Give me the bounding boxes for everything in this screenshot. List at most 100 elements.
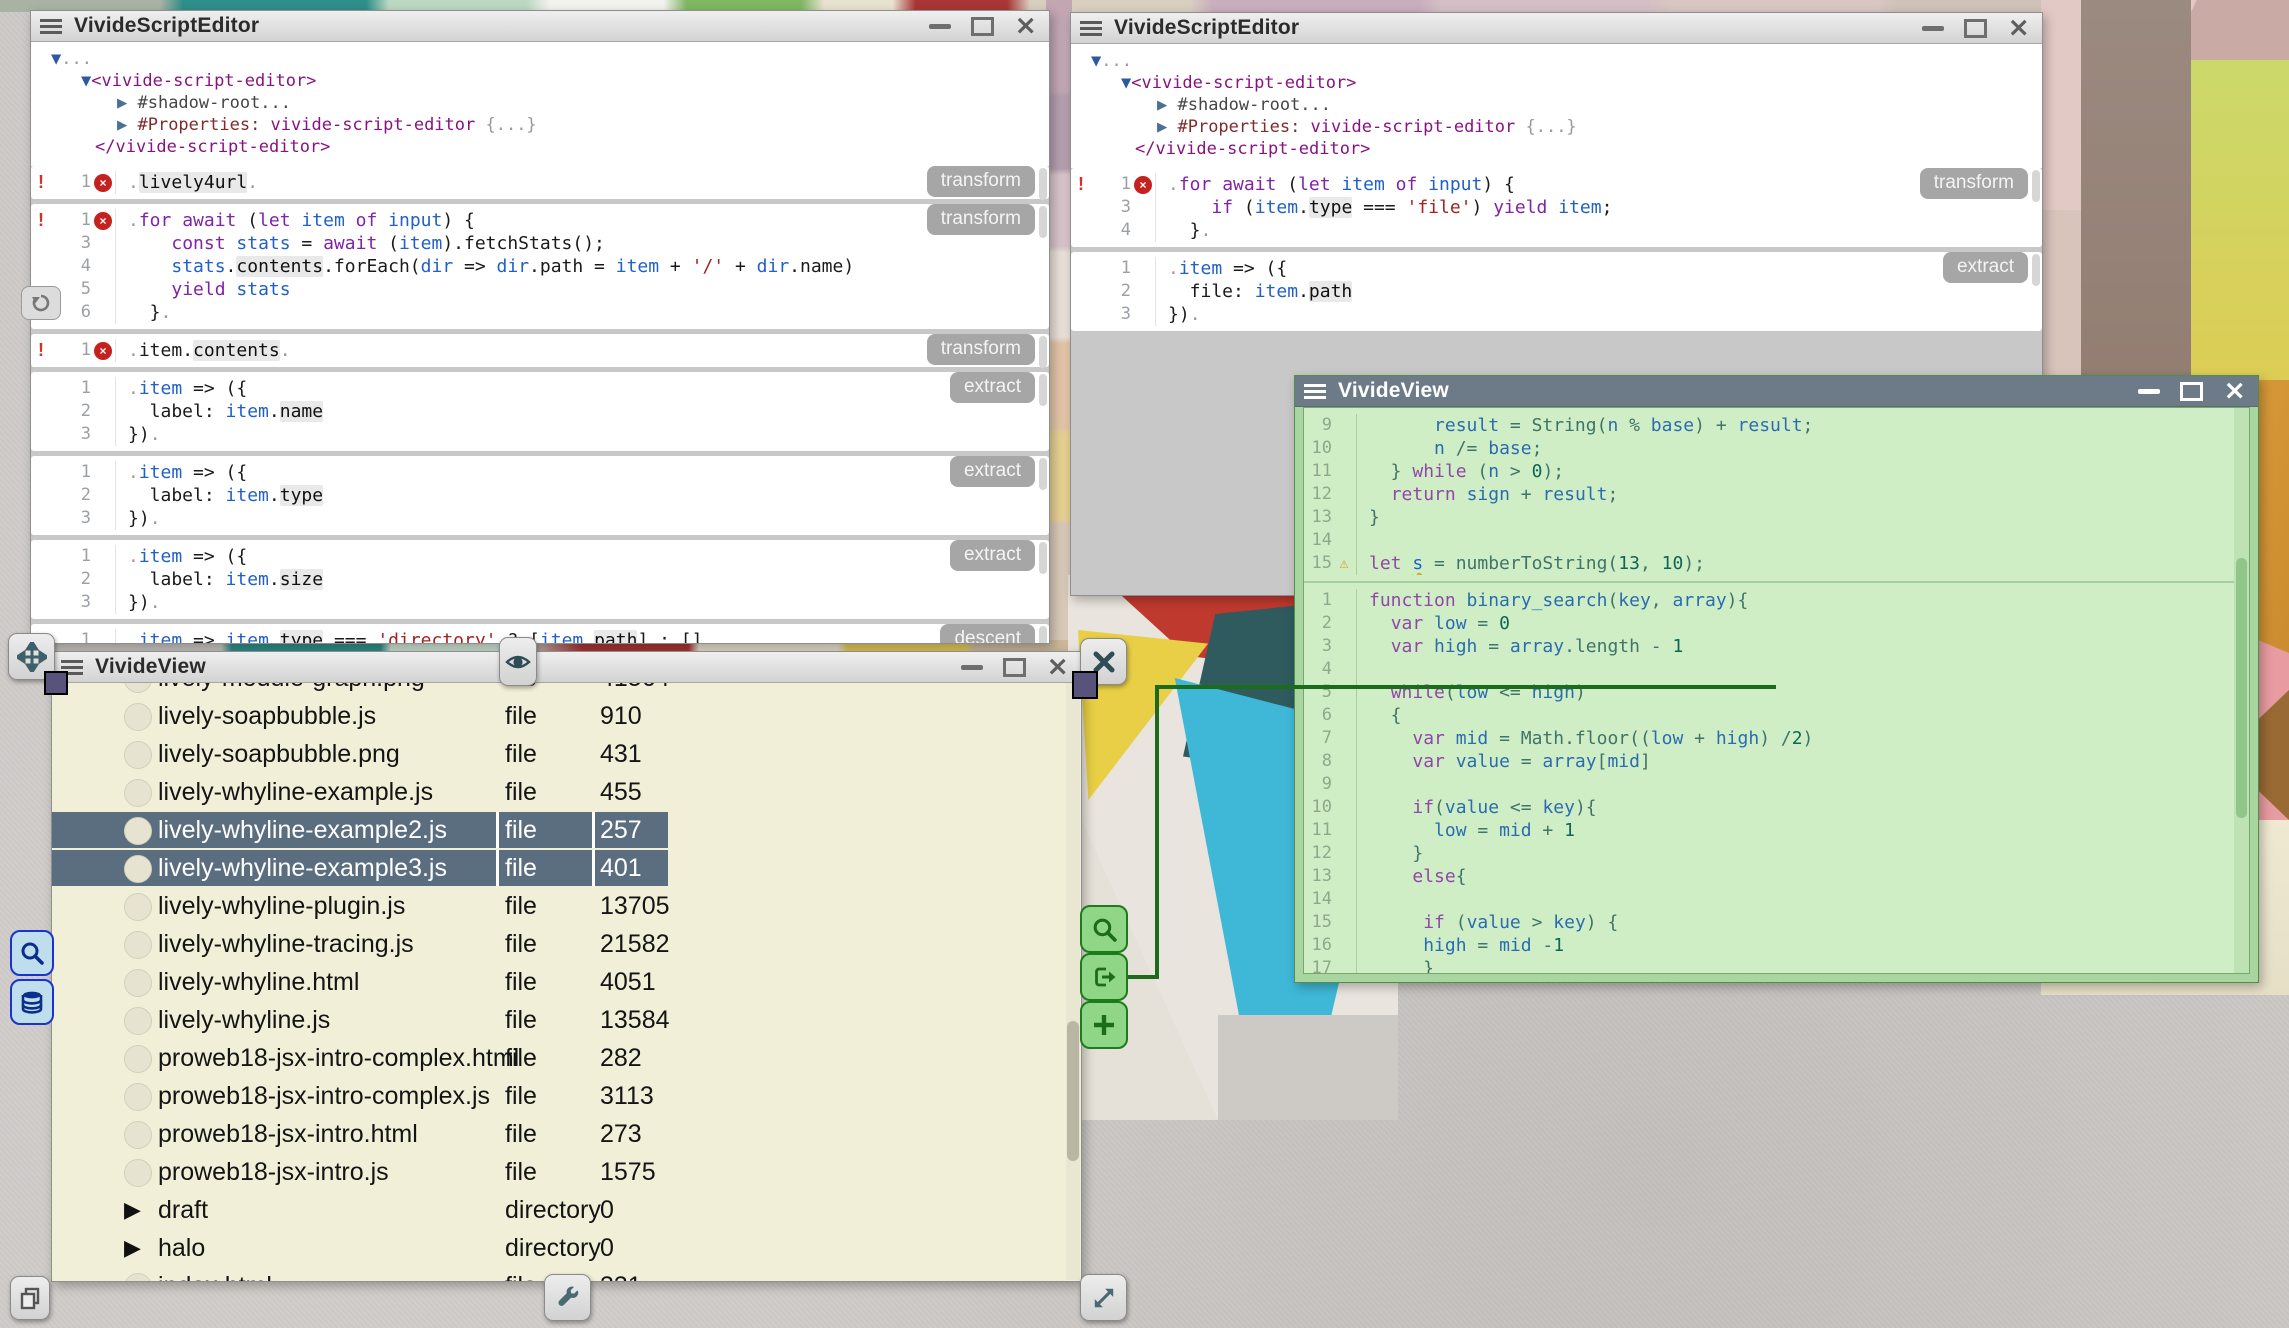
code-text[interactable] — [1356, 529, 2249, 552]
file-row[interactable]: proweb18-jsx-intro.htmlfile273 — [52, 1115, 1065, 1153]
export-view-button[interactable] — [1080, 953, 1128, 1001]
code-text[interactable]: let s = numberToString(13, 10); — [1356, 552, 2249, 575]
maximize-button[interactable] — [971, 17, 994, 36]
tree-node[interactable]: ▼... — [31, 48, 1049, 70]
titlebar[interactable]: VivideScriptEditor × — [1071, 13, 2042, 44]
code-line[interactable]: 6 { — [1304, 704, 2249, 727]
tree-node[interactable]: </vivide-script-editor> — [1071, 138, 2042, 160]
file-row[interactable]: lively-whyline-example.jsfile455 — [52, 773, 1065, 811]
code-line[interactable]: 13 else{ — [1304, 865, 2249, 888]
file-row[interactable]: lively-soapbubble.pngfile431 — [52, 735, 1065, 773]
step-type-badge[interactable]: descent — [940, 624, 1035, 643]
minimize-button[interactable] — [1922, 26, 1944, 31]
selection-handle-left[interactable] — [44, 671, 68, 695]
code-text[interactable]: var mid = Math.floor((low + high) /2) — [1356, 727, 2249, 750]
error-badge-icon[interactable]: × — [94, 174, 112, 192]
code-text[interactable]: label: item.name — [115, 400, 1049, 423]
code-line[interactable]: 7 var mid = Math.floor((low + high) /2) — [1304, 727, 2249, 750]
step-type-badge[interactable]: transform — [1920, 168, 2028, 199]
code-line[interactable]: 9 — [1304, 773, 2249, 796]
code-text[interactable]: } — [1356, 506, 2249, 529]
scrollbar-thumb[interactable] — [1067, 1021, 1079, 1161]
code-line[interactable]: 15 if (value > key) { — [1304, 911, 2249, 934]
code-line[interactable]: 9 result = String(n % base) + result; — [1304, 414, 2249, 437]
code-text[interactable]: yield stats — [115, 278, 1049, 301]
close-button[interactable]: × — [2223, 381, 2246, 401]
data-source-button[interactable] — [10, 979, 54, 1025]
code-line[interactable]: 15⚠let s = numberToString(13, 10); — [1304, 552, 2249, 575]
file-row[interactable]: lively-module-graph.pngfile41564 — [52, 683, 1065, 697]
selection-handle-right[interactable] — [1072, 671, 1098, 699]
tree-node[interactable]: </vivide-script-editor> — [31, 136, 1049, 158]
code-text[interactable]: .for await (let item of input) { — [115, 209, 1049, 232]
expand-caret-icon[interactable]: ▶ — [124, 1229, 141, 1267]
code-line[interactable]: 3 if (item.type === 'file') yield item; — [1071, 196, 2042, 219]
menu-icon[interactable] — [1304, 384, 1326, 399]
warning-icon[interactable]: ⚠ — [1339, 556, 1348, 571]
code-text[interactable]: else{ — [1356, 865, 2249, 888]
file-row[interactable]: lively-whyline-example2.jsfile257 — [52, 811, 1065, 849]
file-row[interactable]: lively-whyline.jsfile13584 — [52, 1001, 1065, 1039]
configure-button[interactable] — [544, 1274, 591, 1321]
maximize-button[interactable] — [1003, 658, 1026, 677]
code-text[interactable]: .lively4url. — [115, 171, 1049, 194]
code-text[interactable]: n /= base; — [1356, 437, 2249, 460]
tree-node[interactable]: ▶ #shadow-root... — [31, 92, 1049, 114]
minimize-button[interactable] — [961, 665, 983, 670]
file-row[interactable]: lively-whyline.htmlfile4051 — [52, 963, 1065, 1001]
code-text[interactable]: }). — [115, 507, 1049, 530]
code-line[interactable]: 8 var value = array[mid] — [1304, 750, 2249, 773]
inspect-button[interactable] — [499, 637, 537, 686]
code-line[interactable]: 3}). — [31, 423, 1049, 446]
code-text[interactable]: high = mid -1 — [1356, 934, 2249, 957]
code-line[interactable]: 12 } — [1304, 842, 2249, 865]
code-line[interactable]: 1.item => ({ — [31, 461, 1049, 484]
code-line[interactable]: 10 if(value <= key){ — [1304, 796, 2249, 819]
maximize-button[interactable] — [2180, 382, 2203, 401]
code-line[interactable]: 1.item => ({ — [31, 545, 1049, 568]
menu-icon[interactable] — [40, 19, 62, 34]
search-source-button[interactable] — [10, 930, 54, 976]
scrollbar-thumb[interactable] — [2236, 558, 2247, 818]
code-line[interactable]: !1×.for await (let item of input) { — [31, 209, 1049, 232]
file-row[interactable]: lively-soapbubble.jsfile910 — [52, 697, 1065, 735]
step-grip[interactable] — [1039, 206, 1047, 238]
step-grip[interactable] — [2032, 170, 2040, 202]
code-text[interactable]: stats.contents.forEach(dir => dir.path =… — [115, 255, 1049, 278]
vertical-scrollbar[interactable] — [1066, 683, 1080, 1280]
code-line[interactable]: 5 yield stats — [31, 278, 1049, 301]
tree-node[interactable]: ▼<vivide-script-editor> — [1071, 72, 2042, 94]
close-button[interactable]: × — [2007, 18, 2030, 38]
file-row[interactable]: lively-whyline-plugin.jsfile13705 — [52, 887, 1065, 925]
code-text[interactable]: file: item.path — [1155, 280, 2042, 303]
titlebar[interactable]: VivideScriptEditor × — [31, 11, 1049, 42]
code-line[interactable]: !1×.item.contents. — [31, 339, 1049, 362]
code-text[interactable] — [1356, 888, 2249, 911]
code-text[interactable]: .item => ({ — [1155, 257, 2042, 280]
code-line[interactable]: 11 } while (n > 0); — [1304, 460, 2249, 483]
code-text[interactable]: } while (n > 0); — [1356, 460, 2249, 483]
minimize-button[interactable] — [2138, 389, 2160, 394]
error-badge-icon[interactable]: × — [94, 342, 112, 360]
code-text[interactable]: .item.contents. — [115, 339, 1049, 362]
code-text[interactable]: { — [1356, 704, 2249, 727]
code-text[interactable]: label: item.size — [115, 568, 1049, 591]
code-line[interactable]: 2 var low = 0 — [1304, 612, 2249, 635]
close-button[interactable]: × — [1046, 657, 1069, 677]
menu-icon[interactable] — [1080, 21, 1102, 36]
code-text[interactable]: function binary_search(key, array){ — [1356, 589, 2249, 612]
code-line[interactable]: 3}). — [31, 591, 1049, 614]
code-line[interactable]: 2 label: item.size — [31, 568, 1049, 591]
file-row[interactable]: ▶halodirectory0 — [52, 1229, 1065, 1267]
file-row[interactable]: lively-whyline-example3.jsfile401 — [52, 849, 1065, 887]
code-text[interactable]: const stats = await (item).fetchStats(); — [115, 232, 1049, 255]
code-line[interactable]: 3}). — [31, 507, 1049, 530]
code-text[interactable]: .item => ({ — [115, 461, 1049, 484]
step-type-badge[interactable]: transform — [927, 166, 1035, 197]
code-text[interactable]: .item => ({ — [115, 545, 1049, 568]
code-line[interactable]: !1×.lively4url. — [31, 171, 1049, 194]
tree-node[interactable]: ▶ #Properties: vivide-script-editor {...… — [1071, 116, 2042, 138]
code-line[interactable]: 4 — [1304, 658, 2249, 681]
close-button[interactable]: × — [1014, 16, 1037, 36]
code-line[interactable]: 3}). — [1071, 303, 2042, 326]
